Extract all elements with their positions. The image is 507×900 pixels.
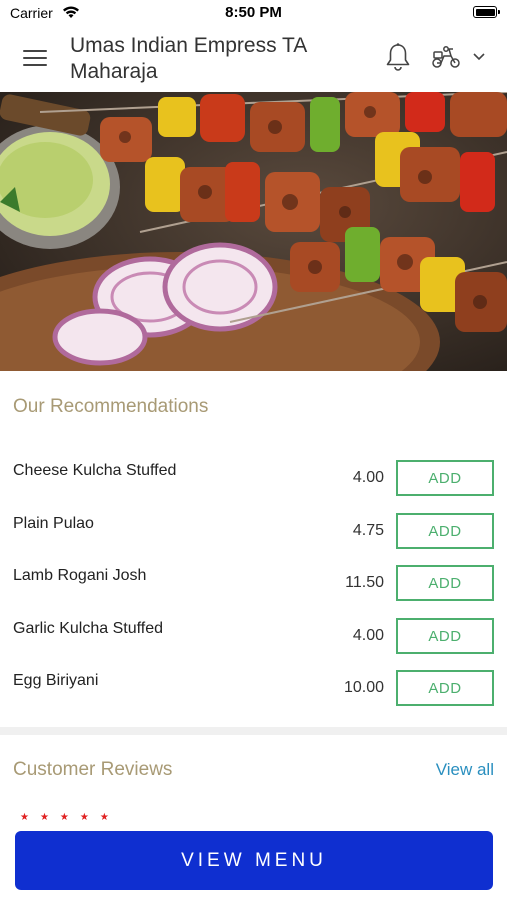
reviews-title: Customer Reviews [13,759,173,780]
view-all-reviews-link[interactable]: View all [436,760,494,780]
status-bar: Carrier 8:50 PM [0,0,507,26]
star-rating: ★★★★★ [20,812,120,823]
recommendation-item: Garlic Kulcha Stuffed 4.00 ADD [0,618,507,670]
kebab-platter-illustration [0,92,507,371]
item-price: 4.75 [352,522,384,539]
clock: 8:50 PM [225,4,282,21]
chevron-down-icon[interactable] [472,52,486,62]
bell-icon[interactable] [384,42,412,72]
item-price: 10.00 [343,679,384,696]
item-name: Plain Pulao [13,515,94,532]
add-button[interactable]: ADD [396,460,494,496]
scooter-icon[interactable] [430,44,462,70]
add-button[interactable]: ADD [396,513,494,549]
item-name: Garlic Kulcha Stuffed [13,620,164,637]
add-button[interactable]: ADD [396,670,494,706]
item-name: Cheese Kulcha Stuffed [13,462,177,479]
recommendation-item: Lamb Rogani Josh 11.50 ADD [0,565,507,617]
battery-icon [473,6,500,18]
section-divider [0,727,507,735]
item-name: Lamb Rogani Josh [13,567,147,584]
recommendation-item: Plain Pulao 4.75 ADD [0,513,507,565]
recommendation-item: Cheese Kulcha Stuffed 4.00 ADD [0,460,507,512]
add-button[interactable]: ADD [396,565,494,601]
app-header: Umas Indian Empress TA Maharaja [0,26,507,92]
add-button[interactable]: ADD [396,618,494,654]
item-price: 4.00 [352,469,384,486]
view-menu-button[interactable]: VIEW MENU [15,831,493,890]
item-name: Egg Biriyani [13,672,99,689]
menu-icon[interactable] [23,48,47,68]
recommendations-title: Our Recommendations [13,396,209,417]
recommendation-item: Egg Biriyani 10.00 ADD [0,670,507,722]
restaurant-title: Umas Indian Empress TA Maharaja [70,34,307,83]
item-price: 11.50 [345,574,384,591]
food-hero-image [0,92,507,371]
item-price: 4.00 [352,627,384,644]
